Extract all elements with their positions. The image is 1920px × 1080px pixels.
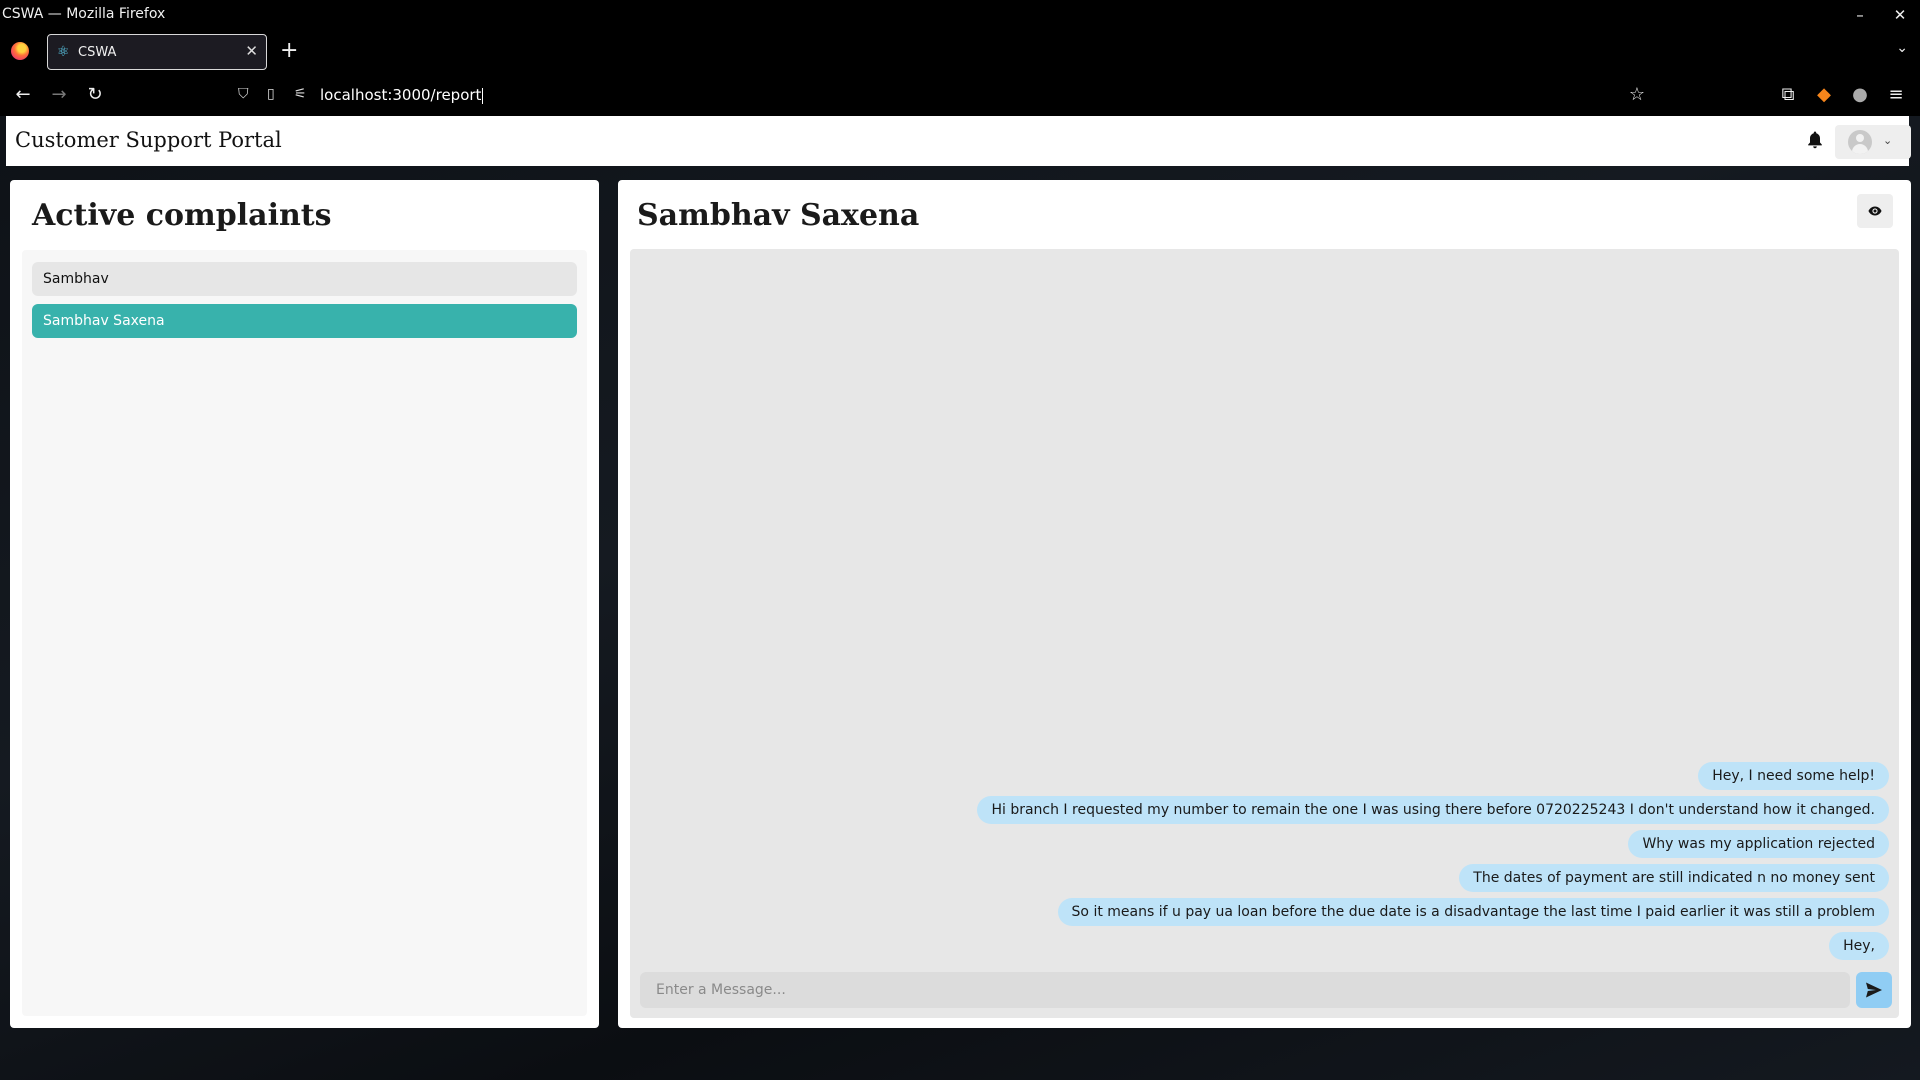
chevron-down-icon: ⌄ [1883,134,1893,147]
chat-messages-area: Hey, I need some help! Hi branch I reque… [630,249,1899,1018]
view-profile-button[interactable] [1857,194,1893,228]
close-window-button[interactable]: ✕ [1885,2,1915,28]
complaint-item-sambhav-saxena[interactable]: Sambhav Saxena [32,304,577,338]
message-bubble: Hey, [1829,932,1889,960]
app-title: Customer Support Portal [15,128,282,152]
tab-cswa[interactable]: ⚛ CSWA ✕ [47,34,267,70]
eye-icon [1868,206,1882,216]
send-button[interactable] [1856,972,1892,1008]
new-tab-button[interactable]: + [280,38,298,64]
message-list: Hey, I need some help! Hi branch I reque… [977,762,1889,960]
reload-button[interactable]: ↻ [82,82,108,108]
back-button[interactable]: ← [10,82,36,108]
minimize-button[interactable]: – [1845,2,1875,28]
tab-close-icon[interactable]: ✕ [245,42,258,60]
message-bubble: So it means if u pay ua loan before the … [1057,898,1889,926]
react-favicon-icon: ⚛ [57,44,70,60]
message-bubble: Hi branch I requested my number to remai… [977,796,1889,824]
complaints-heading: Active complaints [32,198,332,233]
window-titlebar: CSWA — Mozilla Firefox – ✕ [0,0,1920,30]
complaints-list: Sambhav Sambhav Saxena [22,250,587,1016]
url-bar[interactable]: localhost:3000/report [320,86,484,104]
forward-button[interactable]: → [46,82,72,108]
extensions-icon[interactable]: ⧉ [1775,82,1801,108]
tracking-protection-shield-icon[interactable]: ⛉ [238,86,249,102]
page-info-icon[interactable]: ▯ [267,86,275,102]
user-menu-button[interactable]: ⌄ [1835,125,1911,159]
permissions-icon[interactable]: ⚟ [294,86,307,102]
bookmark-star-icon[interactable]: ☆ [1624,82,1650,108]
chat-panel: Sambhav Saxena Hey, I need some help! Hi… [618,180,1911,1028]
complaint-item-sambhav[interactable]: Sambhav [32,262,577,296]
tab-title: CSWA [78,45,117,60]
page: Customer Support Portal ⌄ Active complai… [0,116,1920,1080]
tab-bar: ⚛ CSWA ✕ + ⌄ [0,30,1920,74]
complaints-panel: Active complaints Sambhav Sambhav Saxena [10,180,599,1028]
message-bubble: Hey, I need some help! [1698,762,1889,790]
message-bubble: Why was my application rejected [1628,830,1889,858]
navigation-bar: ← → ↻ ⛉ ▯ ⚟ localhost:3000/report ☆ ⧉ ◆ … [0,74,1920,116]
bell-icon[interactable] [1807,131,1823,149]
window-title: CSWA — Mozilla Firefox [2,6,166,22]
url-text: localhost:3000/report [320,86,482,104]
menu-hamburger-icon[interactable]: ≡ [1883,82,1909,108]
avatar-icon [1848,130,1872,154]
send-icon [1866,982,1882,998]
message-input[interactable] [640,972,1850,1008]
app-header: Customer Support Portal ⌄ [6,116,1911,166]
firefox-logo-icon[interactable] [11,42,29,60]
list-all-tabs-icon[interactable]: ⌄ [1896,40,1908,56]
message-bubble: The dates of payment are still indicated… [1459,864,1889,892]
account-extension-icon[interactable]: ● [1847,82,1873,108]
chat-title: Sambhav Saxena [637,198,920,233]
metamask-extension-icon[interactable]: ◆ [1811,82,1837,108]
